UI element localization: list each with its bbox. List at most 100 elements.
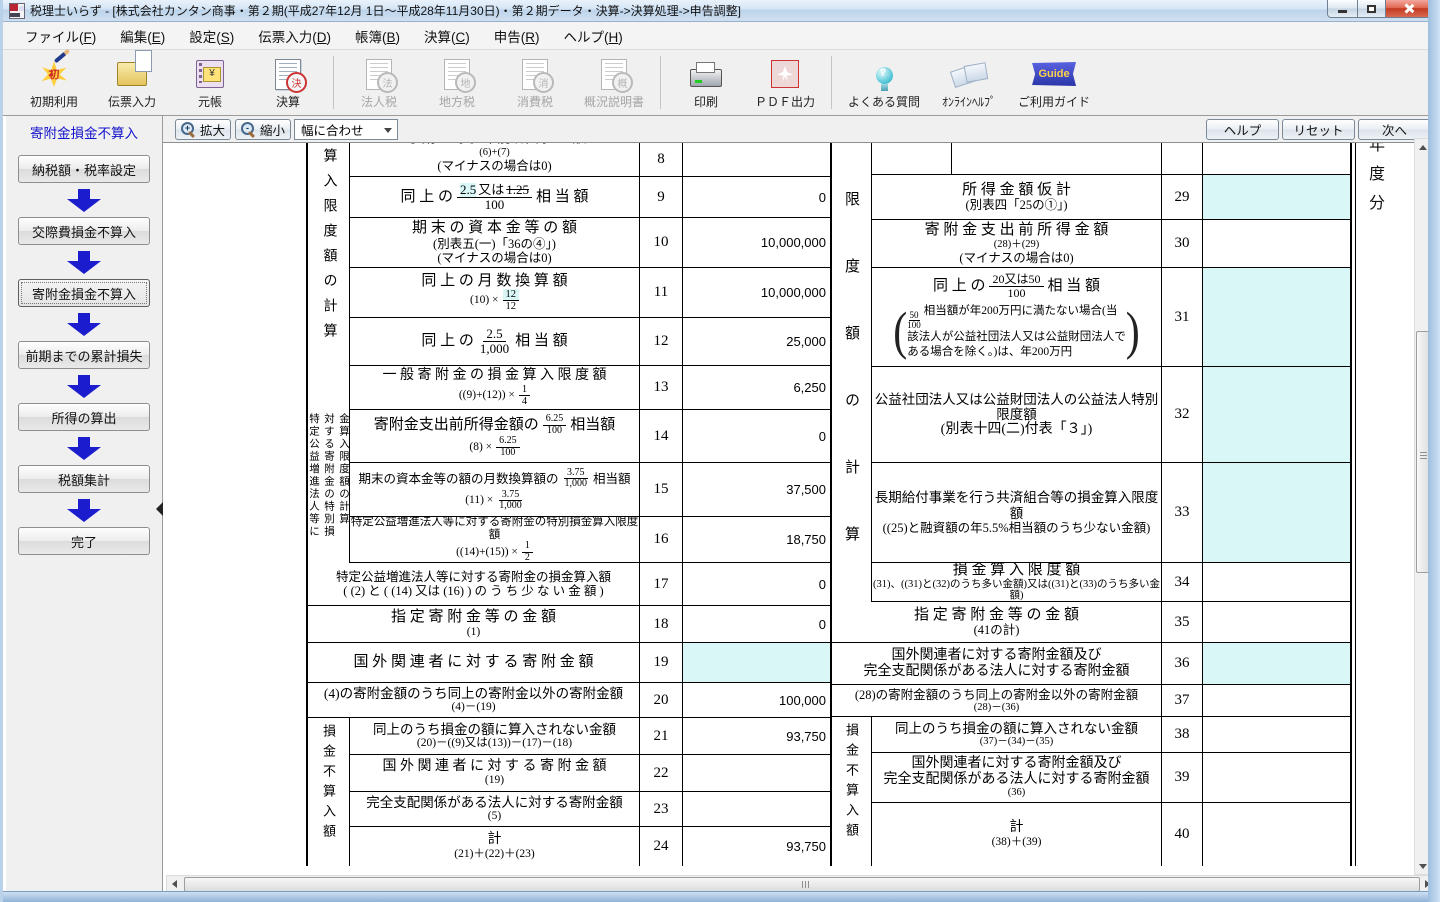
row-35-number: 35 [1161,602,1203,642]
step-tax-summary[interactable]: 税額集計 [18,465,150,493]
row-23-number: 23 [639,792,683,826]
toolbar-online-help[interactable]: ｵﾝﾗｲﾝﾍﾙﾌﾟ [930,50,1008,115]
menu-settings[interactable]: 設定(S) [177,22,246,50]
row-40-number: 40 [1161,803,1203,866]
toolbar-separator [831,56,832,109]
toolbar-overview-report: 概 概況説明書 [574,50,654,115]
step-income-calculation[interactable]: 所得の算出 [18,403,150,431]
pencil-icon [54,49,70,64]
overview-report-icon: 概 [601,59,627,90]
zoom-out-button[interactable]: - 縮小 [235,119,291,140]
scroll-left-button[interactable] [167,876,182,891]
horizontal-scroll-thumb[interactable] [184,877,1420,892]
arrow-down-icon [67,375,101,398]
menu-filing[interactable]: 申告(R) [482,22,552,50]
row-21-number: 21 [639,718,683,754]
form-right-table: 限度額の計算 損金不算入額 所 得 金 額 仮 計 (別表四「25の①」) 29 [830,143,1350,866]
row-29-value[interactable] [1203,175,1352,219]
arrow-left-icon [172,880,177,888]
row-30-number: 30 [1161,220,1203,267]
initial-setup-icon: 初 [41,61,67,87]
row-23: 完全支配関係がある法人に対する寄附金額 (5) 23 [350,792,832,827]
help-button[interactable]: ヘルプ [1206,119,1279,140]
chevron-down-icon [384,128,392,133]
row-32: 公益社団法人又は公益財団法人の公益法人特別限度額 (別表十四(二)付表「３」) … [872,367,1352,463]
row-15-number: 15 [639,463,683,516]
print-icon [690,69,722,87]
arrow-up-icon [1419,145,1427,150]
settlement-icon: 決 [275,59,301,90]
step-complete[interactable]: 完了 [18,527,150,555]
toolbar-corporate-tax: 法 法人税 [340,50,418,115]
row-24: 計 (21)＋(22)＋(23) 24 93,750 [350,827,832,866]
minimize-button[interactable] [1327,0,1358,18]
row-15-value: 37,500 [683,463,832,516]
row-8-number: 8 [639,143,683,176]
zoom-mode-select[interactable]: 幅に合わせ [294,119,398,140]
pdf-export-icon [771,60,799,88]
tax-form-canvas: 算入限度額の計算 特定公益増進法人等に 対する寄附金の特別損 金算入限度額の計算… [166,143,1414,875]
minimize-icon [1338,10,1347,13]
row-19-value[interactable] [683,643,832,682]
row-12-value: 25,000 [683,318,832,365]
step-tax-rate-settings[interactable]: 納税額・税率設定 [18,155,150,183]
menu-books[interactable]: 帳簿(B) [343,22,412,50]
horizontal-scrollbar[interactable] [166,875,1436,892]
maximize-button[interactable] [1358,0,1386,18]
arrow-down-icon [67,499,101,522]
row-14-value: 0 [683,410,832,462]
window-title: 税理士いらず - [株式会社カンタン商事・第２期(平成27年12月 1日～平成2… [30,2,741,19]
next-button[interactable]: 次へ [1358,119,1431,140]
row-36-value[interactable] [1203,643,1352,684]
form-left-table: 算入限度額の計算 特定公益増進法人等に 対する寄附金の特別損 金算入限度額の計算… [306,143,830,866]
arrow-down-icon [67,313,101,336]
arrow-down-icon [67,251,101,274]
row-33-value[interactable] [1203,463,1352,562]
toolbar-user-guide[interactable]: Guide ご利用ガイド [1008,50,1100,115]
row-34-value [1203,563,1352,601]
step-prior-period-losses[interactable]: 前期までの累計損失 [18,341,150,369]
row-39-number: 39 [1161,753,1203,802]
toolbar-separator [660,56,661,109]
step-donation-nondeductible[interactable]: 寄附金損金不算入 [18,279,150,307]
reset-button[interactable]: リセット [1282,119,1355,140]
close-button[interactable] [1386,0,1432,18]
row-32-value[interactable] [1203,367,1352,462]
row-37: (28)の寄附金額のうち同上の寄附金以外の寄附金額 (28)－(36) 37 [832,685,1352,717]
row-40: 計 (38)＋(39) 40 [872,803,1352,866]
row-8-value [683,143,832,176]
menu-file[interactable]: ファイル(F) [13,22,108,50]
toolbar-settlement[interactable]: 決 決算 [249,50,327,115]
row-28-value [1203,143,1352,174]
title-bar: 税理士いらず - [株式会社カンタン商事・第２期(平成27年12月 1日～平成2… [3,0,1440,22]
toolbar-pdf-export[interactable]: ＰＤＦ出力 [745,50,825,115]
row-31-value[interactable] [1203,268,1352,366]
row-17-value: 0 [683,563,832,605]
zoom-in-button[interactable]: + 拡大 [175,119,231,140]
sidebar-collapse-handle[interactable] [156,502,163,516]
row-20: (4)の寄附金額のうち同上の寄附金以外の寄附金額 (4)－(19) 20 100… [308,683,832,718]
toolbar-faq[interactable]: ? よくある質問 [838,50,930,115]
consumption-tax-icon: 消 [522,59,548,90]
row-35: 指 定 寄 附 金 等 の 金 額 (41の計) 35 [832,602,1352,643]
toolbar-print[interactable]: 印刷 [667,50,745,115]
toolbar-ledger[interactable]: ¥ 元帳 [171,50,249,115]
group-nondeductible-amount: 損金不算入額 [308,718,350,866]
row-31: 同 上 の 20又は50100 相 当 額 ( 50100相当額が年200万円に… [872,268,1352,367]
menu-settlement[interactable]: 決算(C) [412,22,482,50]
row-23-value [683,792,832,826]
menu-voucher-input[interactable]: 伝票入力(D) [246,22,343,50]
row-28-partial [872,143,1352,175]
menu-help[interactable]: ヘルプ(H) [552,22,635,50]
row-10-value: 10,000,000 [683,218,832,267]
menu-edit[interactable]: 編集(E) [108,22,177,50]
row-8: 寄 附 金 支 出 前 所 得 金 額 (6)+(7) (マイナスの場合は0) … [350,143,832,177]
row-22-value [683,755,832,791]
step-entertainment-expense[interactable]: 交際費損金不算入 [18,217,150,245]
row-28-number [1161,143,1203,174]
row-9-number: 9 [639,177,683,217]
toolbar-voucher-input[interactable]: 伝票入力 [93,50,171,115]
row-38-number: 38 [1161,717,1203,752]
group-limit-calc-right: 限度額の計算 [832,143,872,602]
toolbar-initial-setup[interactable]: 初 初期利用 [15,50,93,115]
